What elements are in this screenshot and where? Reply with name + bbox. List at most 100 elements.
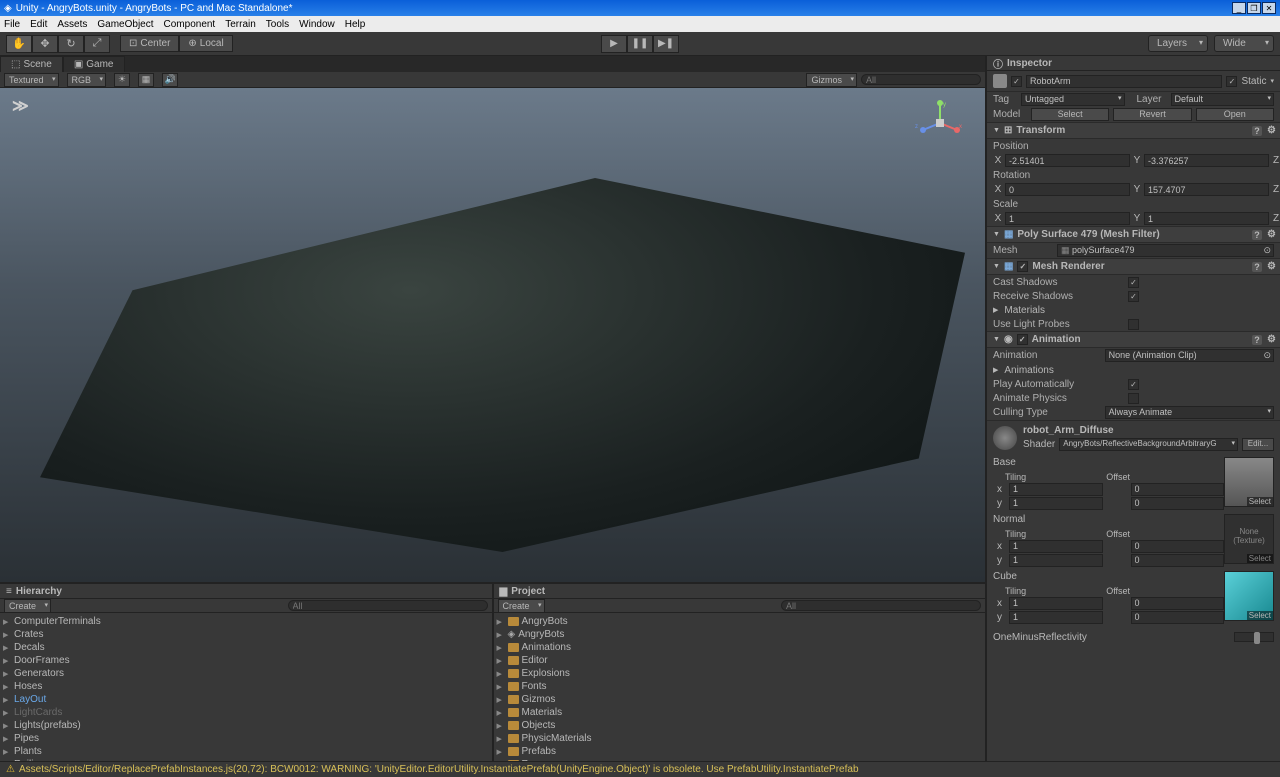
cube-tiling-x[interactable] — [1009, 597, 1103, 610]
normal-tiling-x[interactable] — [1009, 540, 1103, 553]
project-create-dropdown[interactable]: Create — [498, 599, 545, 613]
play-auto-checkbox[interactable] — [1128, 379, 1139, 390]
hierarchy-item[interactable]: ▶LayOut — [0, 693, 492, 706]
project-item[interactable]: ▶ AngryBots — [494, 615, 986, 628]
hierarchy-item[interactable]: ▶Crates — [0, 628, 492, 641]
reflectivity-slider[interactable] — [1234, 632, 1274, 642]
position-y[interactable] — [1144, 154, 1269, 167]
anim-field[interactable]: None (Animation Clip)⊙ — [1105, 349, 1274, 362]
help-icon[interactable]: ? — [1252, 262, 1262, 272]
maximize-button[interactable]: ❐ — [1247, 2, 1261, 14]
hierarchy-item[interactable]: ▶Pipes — [0, 732, 492, 745]
gear-icon[interactable]: ⚙ — [1267, 261, 1276, 272]
project-item[interactable]: ▶ Prefabs — [494, 745, 986, 758]
tab-game[interactable]: ▣Game — [63, 56, 125, 72]
pivot-center-button[interactable]: ⊡Center — [120, 35, 179, 52]
hierarchy-item[interactable]: ▶Generators — [0, 667, 492, 680]
hand-tool[interactable]: ✋ — [6, 35, 32, 53]
project-item[interactable]: ▶ Fonts — [494, 680, 986, 693]
project-item[interactable]: ▶ Animations — [494, 641, 986, 654]
project-search[interactable] — [781, 600, 981, 611]
project-item[interactable]: ▶ Editor — [494, 654, 986, 667]
revert-button[interactable]: Revert — [1113, 108, 1191, 121]
cast-shadows-checkbox[interactable] — [1128, 277, 1139, 288]
layout-dropdown[interactable]: Wide — [1214, 35, 1274, 52]
base-offset-y[interactable] — [1131, 497, 1225, 510]
menu-file[interactable]: File — [4, 19, 20, 30]
help-icon[interactable]: ? — [1252, 335, 1262, 345]
scene-viewport[interactable]: ≫ y x z — [0, 88, 985, 582]
scale-x[interactable] — [1005, 212, 1130, 225]
mesh-field[interactable]: ▦ polySurface479⊙ — [1057, 244, 1274, 257]
normal-tiling-y[interactable] — [1009, 554, 1103, 567]
light-probes-checkbox[interactable] — [1128, 319, 1139, 330]
gizmos-dropdown[interactable]: Gizmos — [806, 73, 857, 87]
menu-component[interactable]: Component — [164, 19, 216, 30]
orientation-gizmo[interactable]: y x z — [915, 98, 965, 148]
project-tree[interactable]: ▶ AngryBots▶◈ AngryBots▶ Animations▶ Edi… — [494, 613, 986, 777]
static-dropdown-icon[interactable]: ▾ — [1270, 77, 1274, 85]
hierarchy-create-dropdown[interactable]: Create — [4, 599, 51, 613]
menu-edit[interactable]: Edit — [30, 19, 47, 30]
menu-tools[interactable]: Tools — [266, 19, 289, 30]
layers-dropdown[interactable]: Layers — [1148, 35, 1208, 52]
gear-icon[interactable]: ⚙ — [1267, 125, 1276, 136]
lighting-toggle[interactable]: ☀ — [114, 73, 130, 87]
hierarchy-item[interactable]: ▶Decals — [0, 641, 492, 654]
receive-shadows-checkbox[interactable] — [1128, 291, 1139, 302]
close-button[interactable]: ✕ — [1262, 2, 1276, 14]
shader-dropdown[interactable]: AngryBots/ReflectiveBackgroundArbitraryG… — [1059, 438, 1238, 451]
scale-tool[interactable]: ⤢ — [84, 35, 110, 53]
rotation-x[interactable] — [1005, 183, 1130, 196]
transform-header[interactable]: ▼⊞ Transform ? ⚙ — [987, 122, 1280, 139]
meshrenderer-enabled[interactable] — [1017, 261, 1028, 272]
base-texture-slot[interactable]: Select — [1224, 457, 1274, 507]
position-x[interactable] — [1005, 154, 1130, 167]
hierarchy-item[interactable]: ▶ComputerTerminals — [0, 615, 492, 628]
audio-toggle[interactable]: 🔊 — [162, 73, 178, 87]
statusbar[interactable]: ⚠ Assets/Scripts/Editor/ReplacePrefabIns… — [0, 761, 1280, 777]
rgb-dropdown[interactable]: RGB — [67, 73, 107, 87]
edit-shader-button[interactable]: Edit... — [1242, 438, 1274, 451]
play-button[interactable]: ▶ — [601, 35, 627, 53]
help-icon[interactable]: ? — [1252, 126, 1262, 136]
static-checkbox[interactable] — [1226, 76, 1237, 87]
rotate-tool[interactable]: ↻ — [58, 35, 84, 53]
menu-help[interactable]: Help — [345, 19, 366, 30]
project-item[interactable]: ▶ Gizmos — [494, 693, 986, 706]
meshrenderer-header[interactable]: ▼▦ Mesh Renderer ? ⚙ — [987, 258, 1280, 275]
titlebar[interactable]: ◈ Unity - AngryBots.unity - AngryBots - … — [0, 0, 1280, 16]
scene-search[interactable] — [861, 74, 981, 85]
menu-gameobject[interactable]: GameObject — [97, 19, 153, 30]
step-button[interactable]: ▶❚ — [653, 35, 679, 53]
active-checkbox[interactable] — [1011, 76, 1022, 87]
select-button[interactable]: Select — [1031, 108, 1109, 121]
rotation-y[interactable] — [1144, 183, 1269, 196]
normal-offset-y[interactable] — [1131, 554, 1225, 567]
hierarchy-search[interactable] — [288, 600, 488, 611]
cube-offset-y[interactable] — [1131, 611, 1225, 624]
animation-enabled[interactable] — [1017, 334, 1028, 345]
base-tiling-y[interactable] — [1009, 497, 1103, 510]
animate-physics-checkbox[interactable] — [1128, 393, 1139, 404]
hierarchy-item[interactable]: ▶Plants — [0, 745, 492, 758]
project-item[interactable]: ▶◈ AngryBots — [494, 628, 986, 641]
project-item[interactable]: ▶ Explosions — [494, 667, 986, 680]
project-item[interactable]: ▶ PhysicMaterials — [494, 732, 986, 745]
skybox-toggle[interactable]: ▦ — [138, 73, 154, 87]
open-button[interactable]: Open — [1196, 108, 1274, 121]
tag-dropdown[interactable]: Untagged▾ — [1021, 93, 1125, 106]
scale-y[interactable] — [1144, 212, 1269, 225]
cube-texture-slot[interactable]: Select — [1224, 571, 1274, 621]
base-tiling-x[interactable] — [1009, 483, 1103, 496]
render-mode-dropdown[interactable]: Textured — [4, 73, 59, 87]
animation-header[interactable]: ▼◉ Animation ? ⚙ — [987, 331, 1280, 348]
hierarchy-item[interactable]: ▶LightCards — [0, 706, 492, 719]
pause-button[interactable]: ❚❚ — [627, 35, 653, 53]
cube-offset-x[interactable] — [1131, 597, 1225, 610]
animations-label[interactable]: Animations — [1004, 365, 1053, 376]
menu-assets[interactable]: Assets — [57, 19, 87, 30]
base-offset-x[interactable] — [1131, 483, 1225, 496]
pivot-local-button[interactable]: ⊕Local — [179, 35, 232, 52]
object-name-field[interactable] — [1026, 75, 1222, 88]
